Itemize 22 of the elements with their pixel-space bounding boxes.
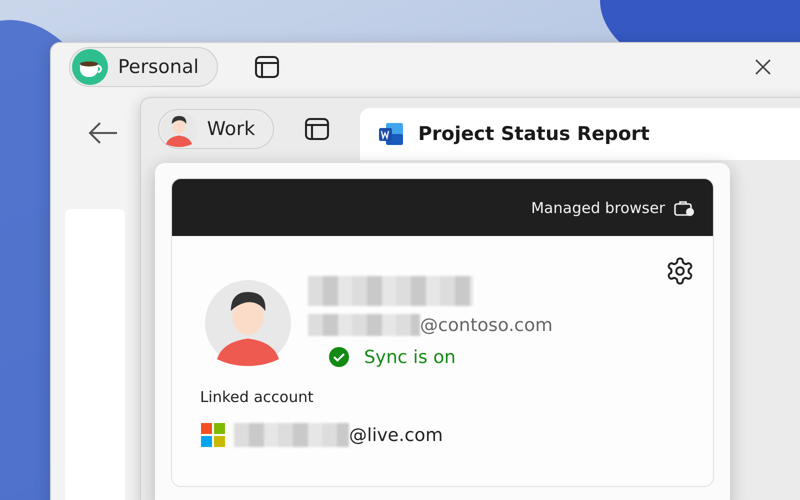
profile-button[interactable]: Personal	[69, 47, 218, 87]
account-email: @contoso.com	[420, 314, 553, 336]
sidebar-toggle-button[interactable]	[304, 117, 330, 141]
settings-button[interactable]	[665, 256, 695, 286]
four-squares-logo-icon	[200, 422, 226, 448]
linked-account-heading: Linked account	[200, 388, 314, 406]
sidebar-toggle-button[interactable]	[254, 55, 280, 79]
back-button[interactable]	[87, 121, 119, 145]
back-arrow-icon	[87, 121, 119, 145]
sync-status: Sync is on	[364, 346, 456, 368]
sidebar-layout-icon	[304, 117, 330, 141]
sidebar-layout-icon	[254, 55, 280, 79]
profile-button[interactable]: Work	[158, 109, 274, 149]
close-button[interactable]	[755, 59, 771, 75]
settings-icon	[665, 256, 695, 286]
linked-account-email: @live.com	[349, 424, 443, 446]
close-icon	[755, 59, 771, 75]
briefcase-icon	[673, 198, 695, 216]
document-app-icon	[378, 122, 404, 146]
coffee-cup-icon	[72, 49, 108, 85]
managed-label: Managed browser	[531, 198, 665, 216]
browser-tab[interactable]: Project Status Report	[360, 108, 800, 160]
